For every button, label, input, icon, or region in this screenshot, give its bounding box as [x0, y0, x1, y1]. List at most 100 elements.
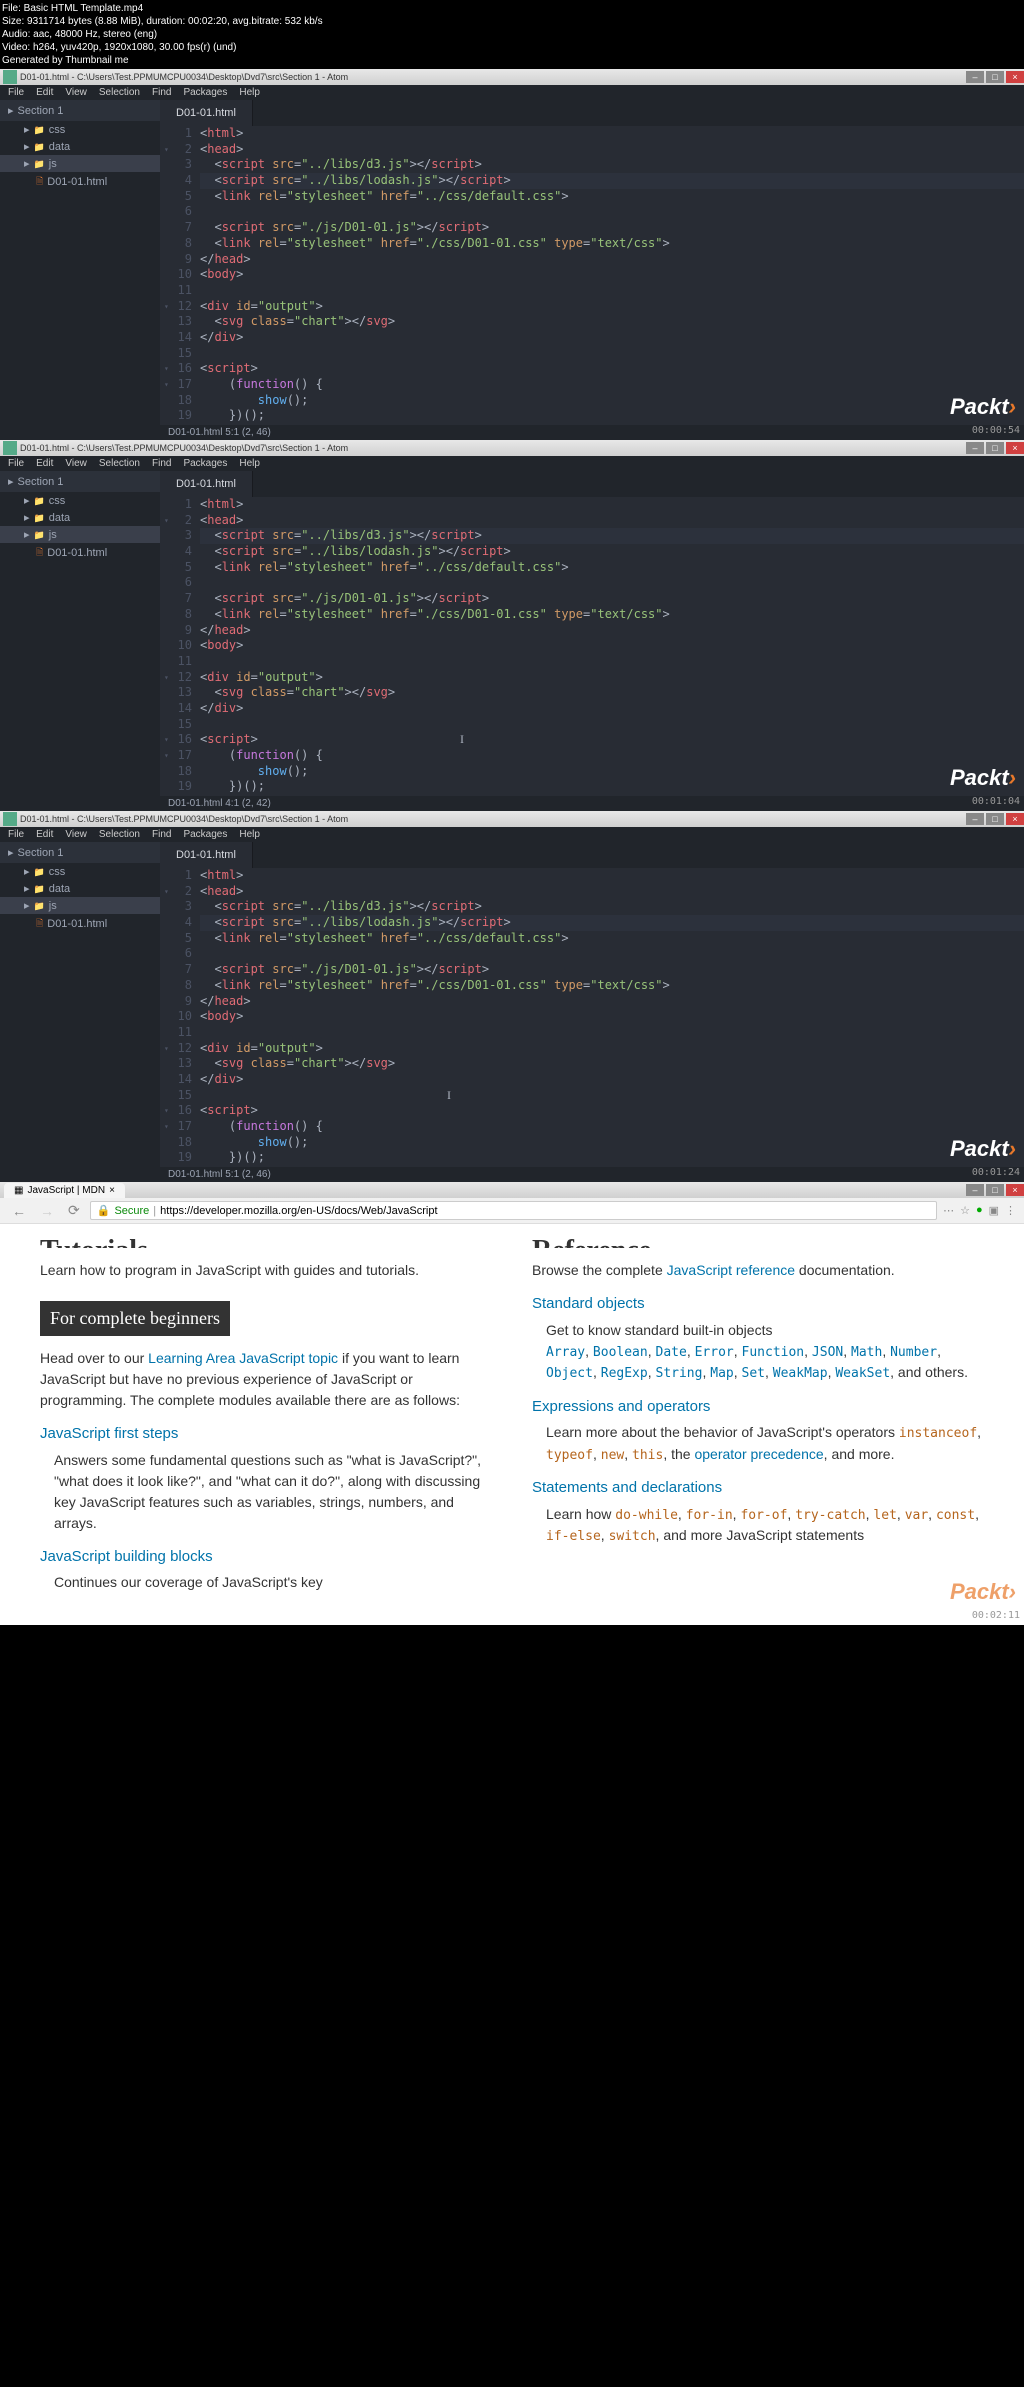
object-link[interactable]: JSON	[812, 1345, 843, 1360]
menu-item[interactable]: Find	[152, 829, 171, 840]
object-link[interactable]: Math	[851, 1345, 882, 1360]
learning-link[interactable]: Learning Area JavaScript topic	[148, 1350, 338, 1366]
maximize-button[interactable]: □	[986, 442, 1004, 454]
object-link[interactable]: Error	[695, 1345, 734, 1360]
editor-tab[interactable]: D01-01.html	[160, 842, 253, 868]
maximize-button[interactable]: □	[986, 71, 1004, 83]
tab-close-icon[interactable]: ×	[109, 1185, 115, 1196]
code-editor[interactable]: 1234567891011121314151617181920 <html><h…	[160, 126, 1024, 425]
project-tree[interactable]: ▸ Section 1 ▸ css▸ data▸ js D01-01.html	[0, 100, 160, 440]
object-link[interactable]: Array	[546, 1345, 585, 1360]
menu-item[interactable]: Packages	[183, 458, 227, 469]
maximize-button[interactable]: □	[986, 813, 1004, 825]
folder-item[interactable]: ▸ data	[0, 509, 160, 526]
minimize-button[interactable]: –	[966, 442, 984, 454]
object-link[interactable]: Function	[742, 1345, 805, 1360]
folder-item[interactable]: ▸ data	[0, 880, 160, 897]
object-link[interactable]: RegExp	[601, 1366, 648, 1381]
object-link[interactable]: WeakSet	[835, 1366, 890, 1381]
keyword-link[interactable]: do-while	[615, 1508, 678, 1523]
menu-item[interactable]: Selection	[99, 829, 140, 840]
reference-link[interactable]: JavaScript reference	[667, 1262, 795, 1278]
file-item[interactable]: D01-01.html	[0, 543, 160, 563]
lastpass-icon[interactable]: ⋯	[943, 1204, 954, 1217]
project-root[interactable]: ▸ Section 1	[0, 471, 160, 492]
minimize-button[interactable]: –	[966, 71, 984, 83]
extension-icon[interactable]: ●	[976, 1204, 983, 1217]
object-link[interactable]: Date	[656, 1345, 687, 1360]
keyword-link[interactable]: try-catch	[795, 1508, 865, 1523]
menu-item[interactable]: Edit	[36, 87, 53, 98]
folder-item[interactable]: ▸ js	[0, 155, 160, 172]
menu-item[interactable]: File	[8, 458, 24, 469]
menu-item[interactable]: Edit	[36, 829, 53, 840]
keyword-link[interactable]: var	[905, 1508, 928, 1523]
keyword-link[interactable]: switch	[609, 1529, 656, 1544]
folder-item[interactable]: ▸ css	[0, 121, 160, 138]
close-button[interactable]: ×	[1006, 442, 1024, 454]
project-root[interactable]: ▸ Section 1	[0, 100, 160, 121]
object-link[interactable]: WeakMap	[773, 1366, 828, 1381]
object-link[interactable]: Boolean	[593, 1345, 648, 1360]
minimize-button[interactable]: –	[966, 813, 984, 825]
keyword-link[interactable]: const	[936, 1508, 975, 1523]
code-editor[interactable]: 1234567891011121314151617181920 I<html><…	[160, 497, 1024, 796]
keyword-link[interactable]: for-in	[686, 1508, 733, 1523]
project-tree[interactable]: ▸ Section 1 ▸ css▸ data▸ js D01-01.html	[0, 471, 160, 811]
expressions-link[interactable]: Expressions and operators	[532, 1396, 984, 1419]
editor-tab[interactable]: D01-01.html	[160, 100, 253, 126]
menu-item[interactable]: Find	[152, 458, 171, 469]
keyword-link[interactable]: this	[632, 1448, 663, 1463]
url-input[interactable]: 🔒 Secure | https://developer.mozilla.org…	[90, 1201, 937, 1220]
close-button[interactable]: ×	[1006, 71, 1024, 83]
object-link[interactable]: Map	[710, 1366, 733, 1381]
file-item[interactable]: D01-01.html	[0, 172, 160, 192]
standard-objects-link[interactable]: Standard objects	[532, 1293, 984, 1316]
object-link[interactable]: Number	[890, 1345, 937, 1360]
object-link[interactable]: String	[656, 1366, 703, 1381]
menu-item[interactable]: Help	[239, 458, 260, 469]
menu-item[interactable]: Selection	[99, 87, 140, 98]
code-editor[interactable]: 1234567891011121314151617181920 I<html><…	[160, 868, 1024, 1167]
menu-item[interactable]: Packages	[183, 829, 227, 840]
object-link[interactable]: Set	[742, 1366, 765, 1381]
object-link[interactable]: Object	[546, 1366, 593, 1381]
menu-item[interactable]: Find	[152, 87, 171, 98]
star-icon[interactable]: ☆	[960, 1204, 970, 1217]
keyword-link[interactable]: if-else	[546, 1529, 601, 1544]
menu-item[interactable]: View	[65, 829, 87, 840]
close-button[interactable]: ×	[1006, 1184, 1024, 1196]
file-item[interactable]: D01-01.html	[0, 914, 160, 934]
menu-item[interactable]: Selection	[99, 458, 140, 469]
statements-link[interactable]: Statements and declarations	[532, 1477, 984, 1500]
menu-item[interactable]: Edit	[36, 458, 53, 469]
menu-item[interactable]: File	[8, 87, 24, 98]
menu-item[interactable]: File	[8, 829, 24, 840]
folder-item[interactable]: ▸ js	[0, 897, 160, 914]
maximize-button[interactable]: □	[986, 1184, 1004, 1196]
keyword-link[interactable]: new	[601, 1448, 624, 1463]
first-steps-link[interactable]: JavaScript first steps	[40, 1423, 492, 1446]
reload-button[interactable]: ⟳	[64, 1202, 84, 1219]
folder-item[interactable]: ▸ data	[0, 138, 160, 155]
minimize-button[interactable]: –	[966, 1184, 984, 1196]
menu-item[interactable]: View	[65, 87, 87, 98]
precedence-link[interactable]: operator precedence	[694, 1446, 823, 1462]
back-button[interactable]: ←	[8, 1203, 30, 1219]
editor-tab[interactable]: D01-01.html	[160, 471, 253, 497]
project-root[interactable]: ▸ Section 1	[0, 842, 160, 863]
keyword-link[interactable]: let	[873, 1508, 896, 1523]
menu-item[interactable]: Packages	[183, 87, 227, 98]
folder-item[interactable]: ▸ css	[0, 492, 160, 509]
menu-item[interactable]: View	[65, 458, 87, 469]
menu-item[interactable]: Help	[239, 87, 260, 98]
keyword-link[interactable]: instanceof	[899, 1426, 977, 1441]
close-button[interactable]: ×	[1006, 813, 1024, 825]
browser-tab[interactable]: ▦ JavaScript | MDN ×	[4, 1183, 125, 1198]
extension-icon[interactable]: ▣	[989, 1204, 999, 1217]
folder-item[interactable]: ▸ js	[0, 526, 160, 543]
menu-item[interactable]: Help	[239, 829, 260, 840]
menu-icon[interactable]: ⋮	[1005, 1204, 1016, 1217]
keyword-link[interactable]: typeof	[546, 1448, 593, 1463]
keyword-link[interactable]: for-of	[740, 1508, 787, 1523]
